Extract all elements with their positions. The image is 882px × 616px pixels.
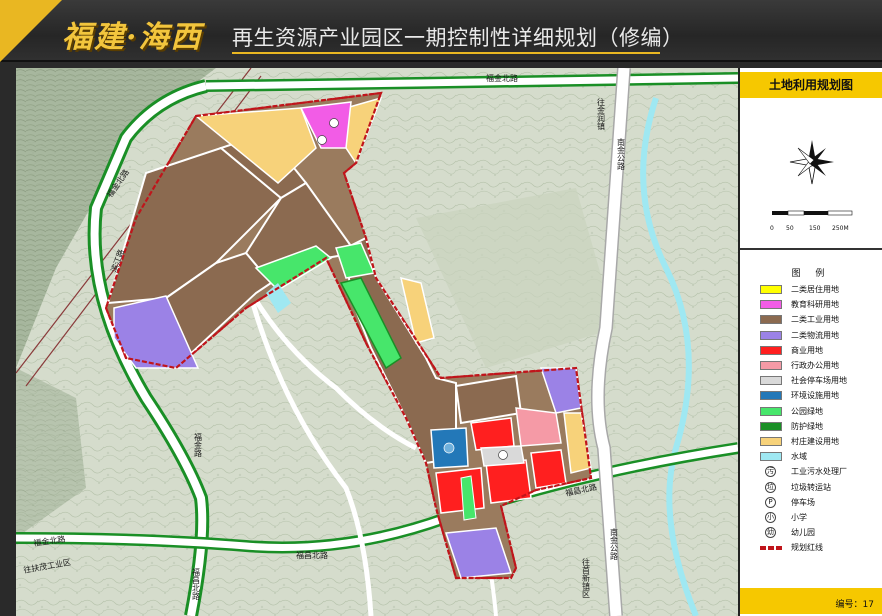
legend-swatch [760,436,782,446]
north-arrow-icon [789,140,834,185]
legend-item: P 停车场 [760,495,882,510]
sheet-number: 编号：17 [740,588,882,614]
legend-label: 二类物流用地 [791,330,839,340]
legend-item: 水域 [760,449,882,464]
legend-item: 行政办公用地 [760,358,882,373]
label-nanjin-road: 南金公路 [617,137,626,170]
legend-label: 行政办公用地 [791,361,839,371]
scale-bar: 0 50 150 250M [770,206,862,235]
legend-label: 公园绿地 [791,406,823,416]
legend-label: 社会停车场用地 [791,376,847,386]
label-fuchang-north: 福昌北路 [296,550,328,560]
label-fuchang-north-3: 福昌北路 [192,568,201,600]
parking-symbol [498,450,508,460]
legend-symbol-icon: 幼 [765,527,776,539]
map-canvas[interactable]: 福金北路 福金北路 滨江路 福金路 福昌北路 福昌北路 福昌北路 福金北路 往扶… [16,68,738,616]
scale-tick-1: 50 [786,225,794,232]
legend-swatch [760,315,782,325]
legend-item: 规划红线 [760,540,882,555]
legend-item: 二类物流用地 [760,328,882,343]
label-fujin-north: 福金北路 [486,73,518,83]
kindergarten-symbol [317,135,327,145]
label-to-jinrun: 往金润镇 [597,97,606,131]
legend-title: 土地利用规划图 [740,72,882,98]
legend-swatch [760,345,782,355]
legend-item: 二类工业用地 [760,312,882,327]
legend-label: 环境设施用地 [791,391,839,401]
legend-label: 垃圾转运站 [791,482,831,492]
page-title: 再生资源产业园区一期控制性详细规划（修编） [232,26,684,50]
legend-label: 二类工业用地 [791,315,839,325]
legend-label: 水域 [791,452,807,462]
legend-item: 二类居住用地 [760,282,882,297]
parcel-commercial-1[interactable] [470,417,515,451]
legend-label: 商业用地 [791,345,823,355]
legend-label: 二类居住用地 [791,285,839,295]
scale-tick-0: 0 [770,225,774,232]
label-fujin-road: 福金路 [194,433,203,457]
legend-item: 村庄建设用地 [760,434,882,449]
land-use-map[interactable]: 福金北路 福金北路 滨江路 福金路 福昌北路 福昌北路 福昌北路 福金北路 往扶… [16,68,738,616]
legend-label: 村庄建设用地 [791,436,839,446]
legend-item: 教育科研用地 [760,297,882,312]
legend-item: 小 小学 [760,510,882,525]
legend-swatch [760,285,782,295]
parcel-commercial-4[interactable] [530,449,567,489]
legend-symbol-icon: 小 [765,511,776,523]
legend-label: 停车场 [791,497,815,507]
scale-tick-2: 150 [809,225,821,232]
label-to-lishan: 往首新镇区 [582,557,591,598]
legend-label: 教育科研用地 [791,300,839,310]
scale-tick-3: 250M [832,225,849,232]
parcel-commercial-2[interactable] [435,467,485,514]
legend-swatch [760,452,782,462]
legend-swatch [760,391,782,401]
legend-swatch [760,300,782,310]
legend-swatch [760,406,782,416]
legend-symbol-icon: P [765,496,776,508]
legend-item: 环境设施用地 [760,388,882,403]
legend-item: 社会停车场用地 [760,373,882,388]
brand-logo: 福建·海西 [62,20,203,55]
legend-label: 幼儿园 [791,528,815,538]
legend-label: 防护绿地 [791,421,823,431]
legend-swatch [760,421,782,431]
legend-swatch [760,361,782,371]
header-accent [0,0,62,62]
legend-divider [740,248,882,250]
legend-list: 二类居住用地 教育科研用地 二类工业用地 二类物流用地 商业用地行政办公用地 社会停车场用… [760,282,882,555]
legend-heading: 图 例 [791,269,831,279]
legend-symbol-icon: 垃 [765,481,776,493]
legend-symbol-icon: 污 [765,466,776,478]
legend-label: 规划红线 [791,543,823,553]
label-nanjin-road-2: 南金公路 [610,527,619,560]
scale-bar-graphic [772,210,853,216]
legend-item: 防护绿地 [760,419,882,434]
legend-panel: 土地利用规划图 0 50 150 250M 图 例 二类居住用地 教育科研用地 二类… [738,68,882,616]
parcel-admin[interactable] [515,407,562,447]
legend-label: 小学 [791,512,807,522]
legend-item: 幼 幼儿园 [760,525,882,540]
header: 福建·海西 再生资源产业园区一期控制性详细规划（修编） [0,0,882,62]
title-underline [232,52,660,54]
legend-item: 公园绿地 [760,404,882,419]
legend-item: 污 工业污水处理厂 [760,464,882,479]
legend-swatch [760,330,782,340]
legend-redline-icon [760,545,782,550]
legend-label: 工业污水处理厂 [791,467,847,477]
legend-swatch [760,376,782,386]
school-symbol [329,118,339,128]
legend-item: 商业用地 [760,343,882,358]
sewage-plant-symbol [443,442,455,454]
legend-item: 垃 垃圾转运站 [760,479,882,494]
